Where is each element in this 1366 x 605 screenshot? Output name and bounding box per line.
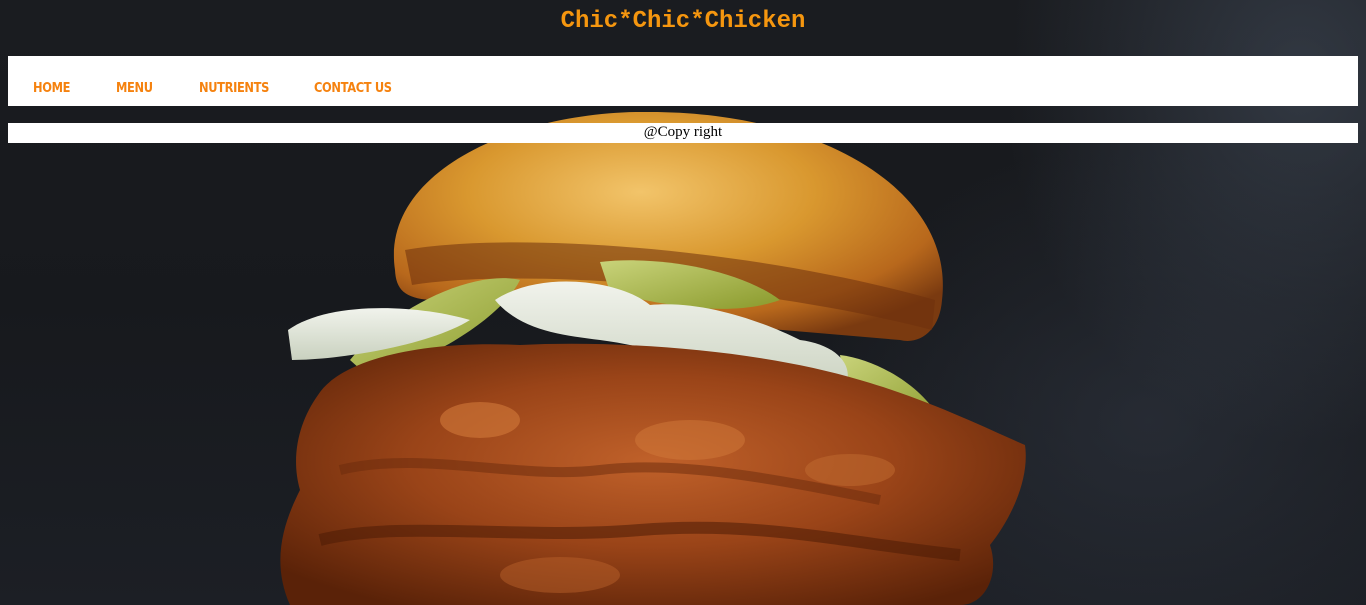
nav-link-nutrients[interactable]: NUTRIENTS xyxy=(199,81,269,97)
site-title: Chic*Chic*Chicken xyxy=(560,8,806,35)
copyright-text: @Copy right xyxy=(643,124,723,140)
nav-link-home[interactable]: HOME xyxy=(33,81,70,97)
nav-link-contact-us[interactable]: CONTACT US xyxy=(314,81,392,97)
navbar: HOME MENU NUTRIENTS CONTACT US xyxy=(8,56,1358,106)
copyright-bar: @Copy right xyxy=(8,123,1358,143)
nav-link-menu[interactable]: MENU xyxy=(116,81,153,97)
